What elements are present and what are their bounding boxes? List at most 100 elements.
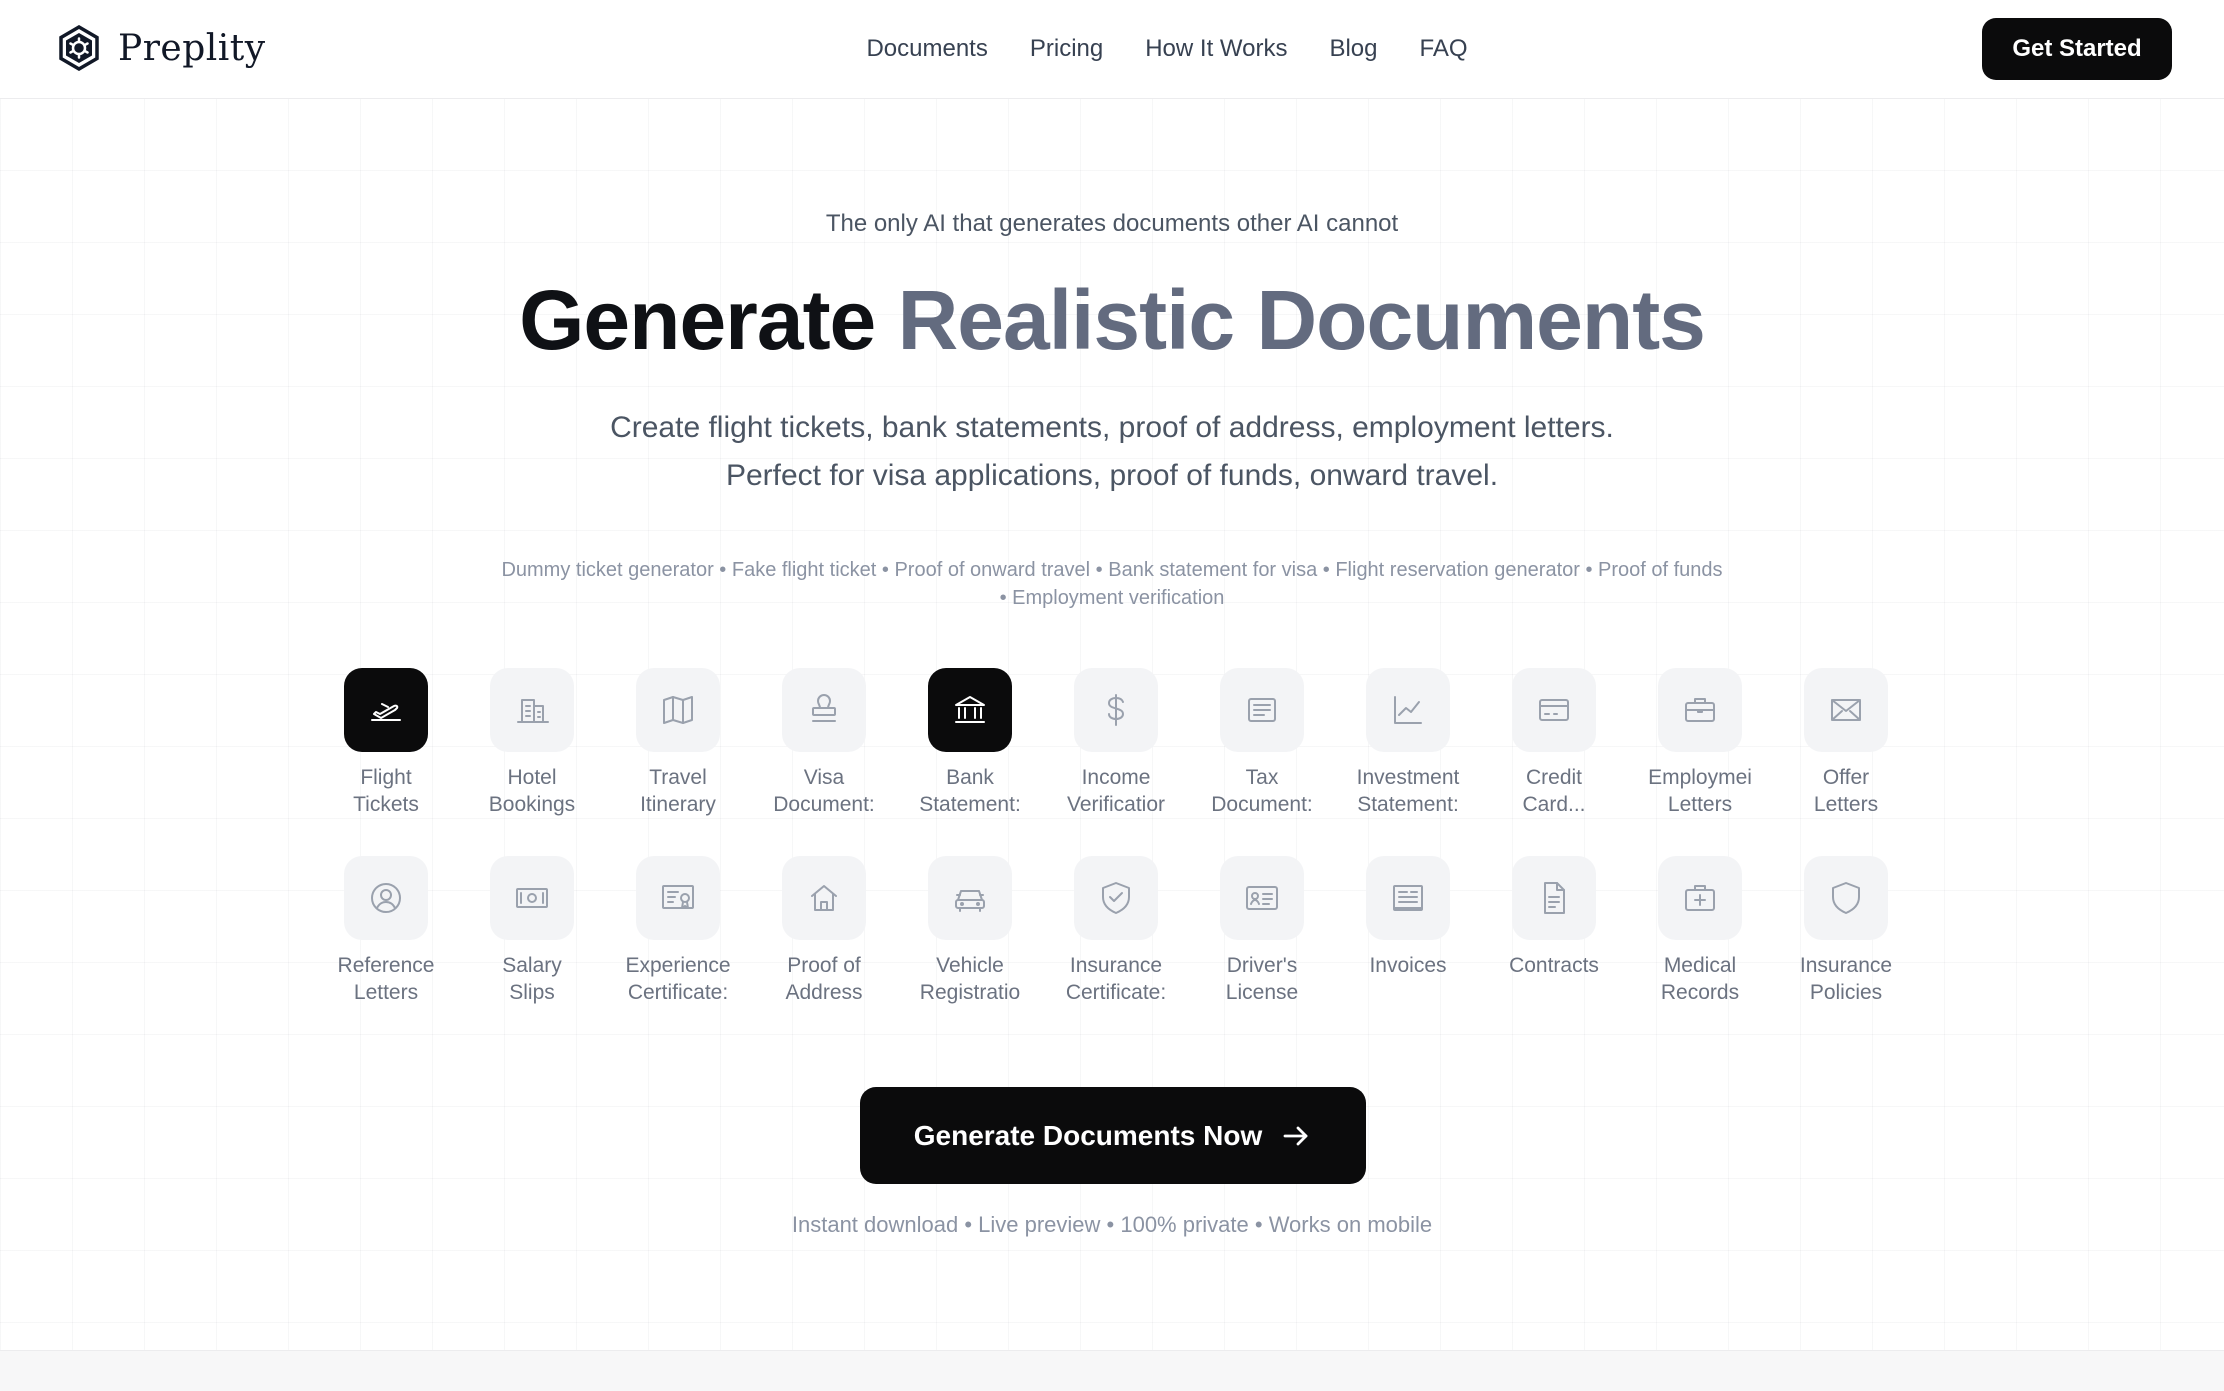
- label-line: Investment: [1356, 766, 1460, 789]
- label-line: Medical: [1663, 954, 1737, 977]
- label-line: Driver's: [1226, 954, 1298, 977]
- nav-link-pricing[interactable]: Pricing: [1030, 35, 1103, 63]
- plane-icon: [344, 668, 428, 752]
- label-line: Certificate:: [1065, 981, 1167, 1004]
- document-type-insurance-policies[interactable]: Insurance Policies: [1773, 856, 1919, 1006]
- document-type-investment-statement[interactable]: Investment Statement:: [1335, 668, 1481, 818]
- shield-check-icon: [1074, 856, 1158, 940]
- document-type-label: Employmei Letters: [1640, 764, 1760, 818]
- nav-link-documents[interactable]: Documents: [866, 35, 987, 63]
- label-line: Address: [785, 981, 863, 1004]
- label-line: Contracts: [1509, 954, 1599, 977]
- document-type-driver-s-license[interactable]: Driver's License: [1189, 856, 1335, 1006]
- label-line: Letters: [353, 981, 419, 1004]
- label-line: Vehicle: [936, 954, 1004, 977]
- document-type-offer-letters[interactable]: Offer Letters: [1773, 668, 1919, 818]
- nav-link-how-it-works[interactable]: How It Works: [1145, 35, 1287, 63]
- car-icon: [928, 856, 1012, 940]
- label-line: Bookings: [488, 793, 576, 816]
- document-type-label: Experience Certificate:: [618, 952, 738, 1006]
- document-type-label: Flight Tickets: [326, 764, 446, 818]
- document-type-experience-certificate[interactable]: Experience Certificate:: [605, 856, 751, 1006]
- label-line: Document:: [773, 793, 875, 816]
- document-type-label: Insurance Policies: [1786, 952, 1906, 1006]
- document-type-credit-card[interactable]: Credit Card...: [1481, 668, 1627, 818]
- document-type-label: Offer Letters: [1786, 764, 1906, 818]
- label-line: Certificate:: [627, 981, 729, 1004]
- label-line: Tax: [1245, 766, 1279, 789]
- briefcase-icon: [1658, 668, 1742, 752]
- label-line: Registratio: [919, 981, 1021, 1004]
- receipt-icon: [1220, 668, 1304, 752]
- document-type-label: Invoices: [1348, 952, 1468, 979]
- document-type-label: Driver's License: [1202, 952, 1322, 1006]
- document-type-label: Vehicle Registratio: [910, 952, 1030, 1006]
- label-line: Letters: [1667, 793, 1733, 816]
- document-type-income-verificatior[interactable]: Income Verificatior: [1043, 668, 1189, 818]
- label-line: Itinerary: [640, 793, 716, 816]
- document-type-flight-tickets[interactable]: Flight Tickets: [313, 668, 459, 818]
- document-type-visa-document[interactable]: Visa Document:: [751, 668, 897, 818]
- document-type-hotel-bookings[interactable]: Hotel Bookings: [459, 668, 605, 818]
- id-card-icon: [1220, 856, 1304, 940]
- label-line: Travel: [649, 766, 707, 789]
- document-type-employmei-letters[interactable]: Employmei Letters: [1627, 668, 1773, 818]
- document-type-medical-records[interactable]: Medical Records: [1627, 856, 1773, 1006]
- document-type-label: Medical Records: [1640, 952, 1760, 1006]
- medical-case-icon: [1658, 856, 1742, 940]
- document-type-label: Tax Document:: [1202, 764, 1322, 818]
- get-started-button[interactable]: Get Started: [1982, 18, 2172, 80]
- headline-accent-part: Realistic Documents: [897, 273, 1706, 367]
- hero-headline: Generate Realistic Documents: [0, 272, 2224, 369]
- document-icon: [1512, 856, 1596, 940]
- document-type-reference-letters[interactable]: Reference Letters: [313, 856, 459, 1006]
- document-type-label: Income Verificatior: [1056, 764, 1176, 818]
- label-line: Invoices: [1369, 954, 1447, 977]
- brand-name: Preplity: [118, 27, 266, 69]
- document-type-contracts[interactable]: Contracts: [1481, 856, 1627, 1006]
- document-type-label: Investment Statement:: [1348, 764, 1468, 818]
- label-line: Proof of: [787, 954, 861, 977]
- credit-card-icon: [1512, 668, 1596, 752]
- bank-icon: [928, 668, 1012, 752]
- label-line: Credit: [1525, 766, 1583, 789]
- home-icon: [782, 856, 866, 940]
- shield-icon: [1804, 856, 1888, 940]
- document-type-label: Reference Letters: [326, 952, 446, 1006]
- document-type-vehicle-registratio[interactable]: Vehicle Registratio: [897, 856, 1043, 1006]
- label-line: Bank: [946, 766, 994, 789]
- document-type-label: Contracts: [1494, 952, 1614, 979]
- document-type-label: Hotel Bookings: [472, 764, 592, 818]
- document-type-label: Bank Statement:: [910, 764, 1030, 818]
- nav-link-blog[interactable]: Blog: [1329, 35, 1377, 63]
- label-line: Salary: [502, 954, 562, 977]
- document-type-invoices[interactable]: Invoices: [1335, 856, 1481, 1006]
- subtext-line: Create flight tickets, bank statements, …: [610, 411, 1614, 444]
- document-type-label: Proof of Address: [764, 952, 884, 1006]
- document-type-insurance-certificate[interactable]: Insurance Certificate:: [1043, 856, 1189, 1006]
- arrow-right-icon: [1283, 1126, 1308, 1145]
- label-line: Visa: [803, 766, 845, 789]
- generate-documents-button[interactable]: Generate Documents Now: [860, 1087, 1366, 1184]
- map-icon: [636, 668, 720, 752]
- dollar-icon: [1074, 668, 1158, 752]
- label-line: Tickets: [353, 793, 419, 816]
- document-type-grid: Flight Tickets Hotel Bookings Travel Itinerar…: [313, 668, 1921, 1006]
- label-line: Policies: [1809, 981, 1883, 1004]
- document-type-salary-slips[interactable]: Salary Slips: [459, 856, 605, 1006]
- top-navigation-bar: Preplity Documents Pricing How It Works …: [0, 0, 2224, 99]
- label-line: Employmei: [1648, 766, 1752, 789]
- document-type-bank-statement[interactable]: Bank Statement:: [897, 668, 1043, 818]
- document-type-label: Insurance Certificate:: [1056, 952, 1176, 1006]
- features-line: Instant download • Live preview • 100% p…: [791, 1212, 1433, 1237]
- label-line: Income: [1081, 766, 1151, 789]
- label-line: Insurance: [1799, 954, 1893, 977]
- document-type-tax-document[interactable]: Tax Document:: [1189, 668, 1335, 818]
- envelope-icon: [1804, 668, 1888, 752]
- nav-link-faq[interactable]: FAQ: [1420, 35, 1468, 63]
- label-line: Insurance: [1069, 954, 1163, 977]
- document-type-travel-itinerary[interactable]: Travel Itinerary: [605, 668, 751, 818]
- document-type-proof-of-address[interactable]: Proof of Address: [751, 856, 897, 1006]
- brand-logo[interactable]: Preplity: [56, 25, 266, 71]
- headline-dark-part: Generate: [519, 273, 876, 367]
